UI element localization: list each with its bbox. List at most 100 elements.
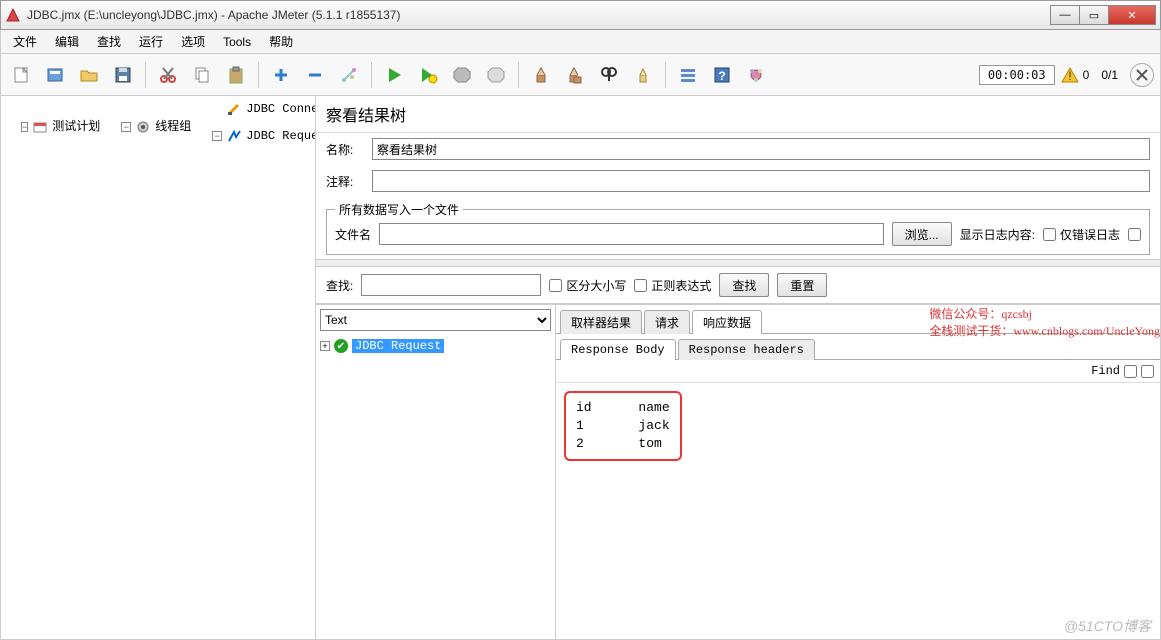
new-file-icon[interactable] <box>7 61 35 89</box>
copy-icon[interactable] <box>188 61 216 89</box>
tree-thread-group[interactable]: − 线程组 JDBC Connection Configuration − <box>121 100 316 154</box>
templates-icon[interactable] <box>41 61 69 89</box>
window-title: JDBC.jmx (E:\uncleyong\JDBC.jmx) - Apach… <box>27 8 1051 22</box>
threadgroup-icon <box>136 120 150 134</box>
result-node-label: JDBC Request <box>352 339 444 353</box>
toggle-icon[interactable] <box>335 61 363 89</box>
write-file-fieldset: 所有数据写入一个文件 文件名 浏览... 显示日志内容: 仅错误日志 <box>326 201 1150 255</box>
footer-watermark: @51CTO博客 <box>1064 616 1151 636</box>
extra-checkbox[interactable] <box>1128 228 1141 241</box>
response-text: id name 1 jack 2 tom <box>576 399 670 453</box>
name-input[interactable] <box>372 138 1150 160</box>
tree-root-label: 测试计划 <box>50 118 102 136</box>
toggle-icon[interactable]: − <box>212 131 222 141</box>
tab-response-data[interactable]: 响应数据 <box>692 310 762 334</box>
clear-all-icon[interactable] <box>561 61 589 89</box>
watermark-line1: 微信公众号：qzcsbj <box>929 305 1160 322</box>
close-thread-icon[interactable] <box>1130 63 1154 87</box>
regex-checkbox[interactable]: 正则表达式 <box>634 277 711 294</box>
find-label: Find <box>1091 364 1120 378</box>
tab-sampler-result[interactable]: 取样器结果 <box>560 310 642 334</box>
search-label: 查找: <box>326 277 353 294</box>
svg-text:!: ! <box>1068 69 1071 83</box>
comment-label: 注释: <box>326 173 366 190</box>
function-helper-icon[interactable] <box>674 61 702 89</box>
showlog-label: 显示日志内容: <box>960 226 1035 243</box>
stop-icon[interactable] <box>448 61 476 89</box>
tree-root[interactable]: − 测试计划 − 线程组 JDBC Connection Configurati… <box>21 100 311 154</box>
browse-button[interactable]: 浏览... <box>892 222 952 246</box>
open-icon[interactable] <box>75 61 103 89</box>
cut-icon[interactable] <box>154 61 182 89</box>
filename-label: 文件名 <box>335 226 371 243</box>
sampler-icon <box>227 129 241 143</box>
toggle-icon[interactable]: − <box>21 122 28 132</box>
menu-help[interactable]: 帮助 <box>261 31 301 52</box>
clear-icon[interactable] <box>527 61 555 89</box>
tree-jdbc-conn-label: JDBC Connection Configuration <box>244 100 316 118</box>
expand-icon[interactable] <box>267 61 295 89</box>
search-input[interactable] <box>361 274 541 296</box>
case-sensitive-checkbox[interactable]: 区分大小写 <box>549 277 626 294</box>
subtab-response-body[interactable]: Response Body <box>560 339 676 360</box>
renderer-select[interactable]: Text <box>320 309 551 331</box>
toggle-icon[interactable]: + <box>320 341 330 351</box>
config-icon <box>227 102 241 116</box>
reset-button[interactable]: 重置 <box>777 273 827 297</box>
collapse-icon[interactable] <box>301 61 329 89</box>
write-file-legend: 所有数据写入一个文件 <box>335 201 463 218</box>
help-icon[interactable]: ? <box>708 61 736 89</box>
response-annotation-box: id name 1 jack 2 tom <box>564 391 682 461</box>
horizontal-splitter[interactable] <box>316 259 1160 267</box>
app-icon <box>5 7 21 23</box>
tab-request[interactable]: 请求 <box>644 310 690 334</box>
menu-file[interactable]: 文件 <box>5 31 45 52</box>
response-body-area[interactable]: id name 1 jack 2 tom <box>556 383 1160 639</box>
warning-icon: ! <box>1061 66 1079 84</box>
window-maximize-button[interactable]: ▭ <box>1079 5 1109 25</box>
tree-jdbc-request[interactable]: − JDBC Request Debug PostProcessor <box>212 118 316 154</box>
menu-tools[interactable]: Tools <box>215 33 259 51</box>
warning-count: 0 <box>1083 68 1090 82</box>
window-titlebar: JDBC.jmx (E:\uncleyong\JDBC.jmx) - Apach… <box>0 0 1161 30</box>
elapsed-timer: 00:00:03 <box>979 65 1055 85</box>
success-icon: ✔ <box>334 339 348 353</box>
result-node[interactable]: + ✔ JDBC Request <box>320 339 551 353</box>
name-label: 名称: <box>326 141 366 158</box>
result-tabs: 取样器结果 请求 响应数据 微信公众号：qzcsbj 全栈测试干货：www.cn… <box>556 305 1160 334</box>
toggle-icon[interactable]: − <box>121 122 131 132</box>
filename-input[interactable] <box>379 223 884 245</box>
testplan-icon <box>33 120 47 134</box>
start-icon[interactable] <box>380 61 408 89</box>
tree-thread-group-label: 线程组 <box>153 118 193 136</box>
warning-indicator[interactable]: ! 0 <box>1061 66 1090 84</box>
tree-jdbc-request-label: JDBC Request <box>244 127 316 145</box>
paste-icon[interactable] <box>222 61 250 89</box>
only-errors-checkbox[interactable]: 仅错误日志 <box>1043 226 1120 243</box>
reset-search-icon[interactable] <box>629 61 657 89</box>
panel-title: 察看结果树 <box>316 96 1160 133</box>
search-button[interactable]: 查找 <box>719 273 769 297</box>
tree-jdbc-conn[interactable]: JDBC Connection Configuration <box>212 100 316 118</box>
find-option2-checkbox[interactable] <box>1141 365 1154 378</box>
results-tree[interactable]: + ✔ JDBC Request <box>316 335 555 639</box>
thread-count: 0/1 <box>1101 68 1118 82</box>
menu-run[interactable]: 运行 <box>131 31 171 52</box>
search-tree-icon[interactable] <box>595 61 623 89</box>
shutdown-icon[interactable] <box>482 61 510 89</box>
window-close-button[interactable]: ✕ <box>1108 5 1156 25</box>
comment-input[interactable] <box>372 170 1150 192</box>
menu-options[interactable]: 选项 <box>173 31 213 52</box>
svg-text:?: ? <box>718 69 725 83</box>
find-option-checkbox[interactable] <box>1124 365 1137 378</box>
menu-edit[interactable]: 编辑 <box>47 31 87 52</box>
start-no-timers-icon[interactable] <box>414 61 442 89</box>
window-minimize-button[interactable]: — <box>1050 5 1080 25</box>
plugins-icon[interactable] <box>742 61 770 89</box>
menu-search[interactable]: 查找 <box>89 31 129 52</box>
save-icon[interactable] <box>109 61 137 89</box>
test-plan-tree[interactable]: − 测试计划 − 线程组 JDBC Connection Configurati… <box>1 96 316 639</box>
menu-bar: 文件 编辑 查找 运行 选项 Tools 帮助 <box>0 30 1161 54</box>
subtab-response-headers[interactable]: Response headers <box>678 339 815 360</box>
response-subtabs: Response Body Response headers <box>556 334 1160 360</box>
